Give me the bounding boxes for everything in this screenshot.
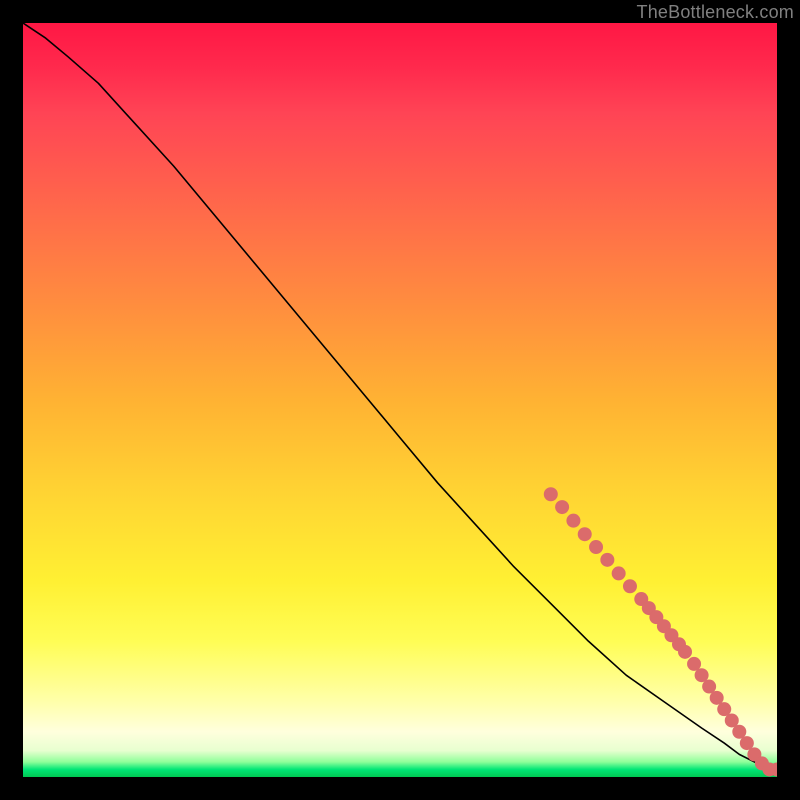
highlight-point [555,500,569,514]
highlight-point [642,601,656,615]
highlight-point [687,657,701,671]
highlight-point [717,702,731,716]
highlight-point [657,619,671,633]
highlight-point [678,645,692,659]
highlight-point [672,637,686,651]
highlight-point [566,514,580,528]
highlight-point [695,668,709,682]
highlight-point [623,579,637,593]
highlight-point [755,756,769,770]
chart-frame: TheBottleneck.com [0,0,800,800]
chart-overlay [23,23,777,777]
highlight-point [710,691,724,705]
plot-area [23,23,777,777]
highlight-point [740,736,754,750]
highlight-point [762,762,776,776]
highlight-point [732,725,746,739]
bottleneck-curve [23,23,777,769]
highlight-point [634,592,648,606]
highlight-point [649,610,663,624]
highlight-point [612,566,626,580]
highlight-point [664,628,678,642]
highlight-point [544,487,558,501]
highlight-point [770,762,777,776]
highlight-point [725,713,739,727]
highlight-point [747,747,761,761]
highlight-point [702,680,716,694]
attribution-text: TheBottleneck.com [637,2,794,23]
highlight-point [589,540,603,554]
highlight-point [578,527,592,541]
highlight-point [600,553,614,567]
highlight-points-group [544,487,777,776]
